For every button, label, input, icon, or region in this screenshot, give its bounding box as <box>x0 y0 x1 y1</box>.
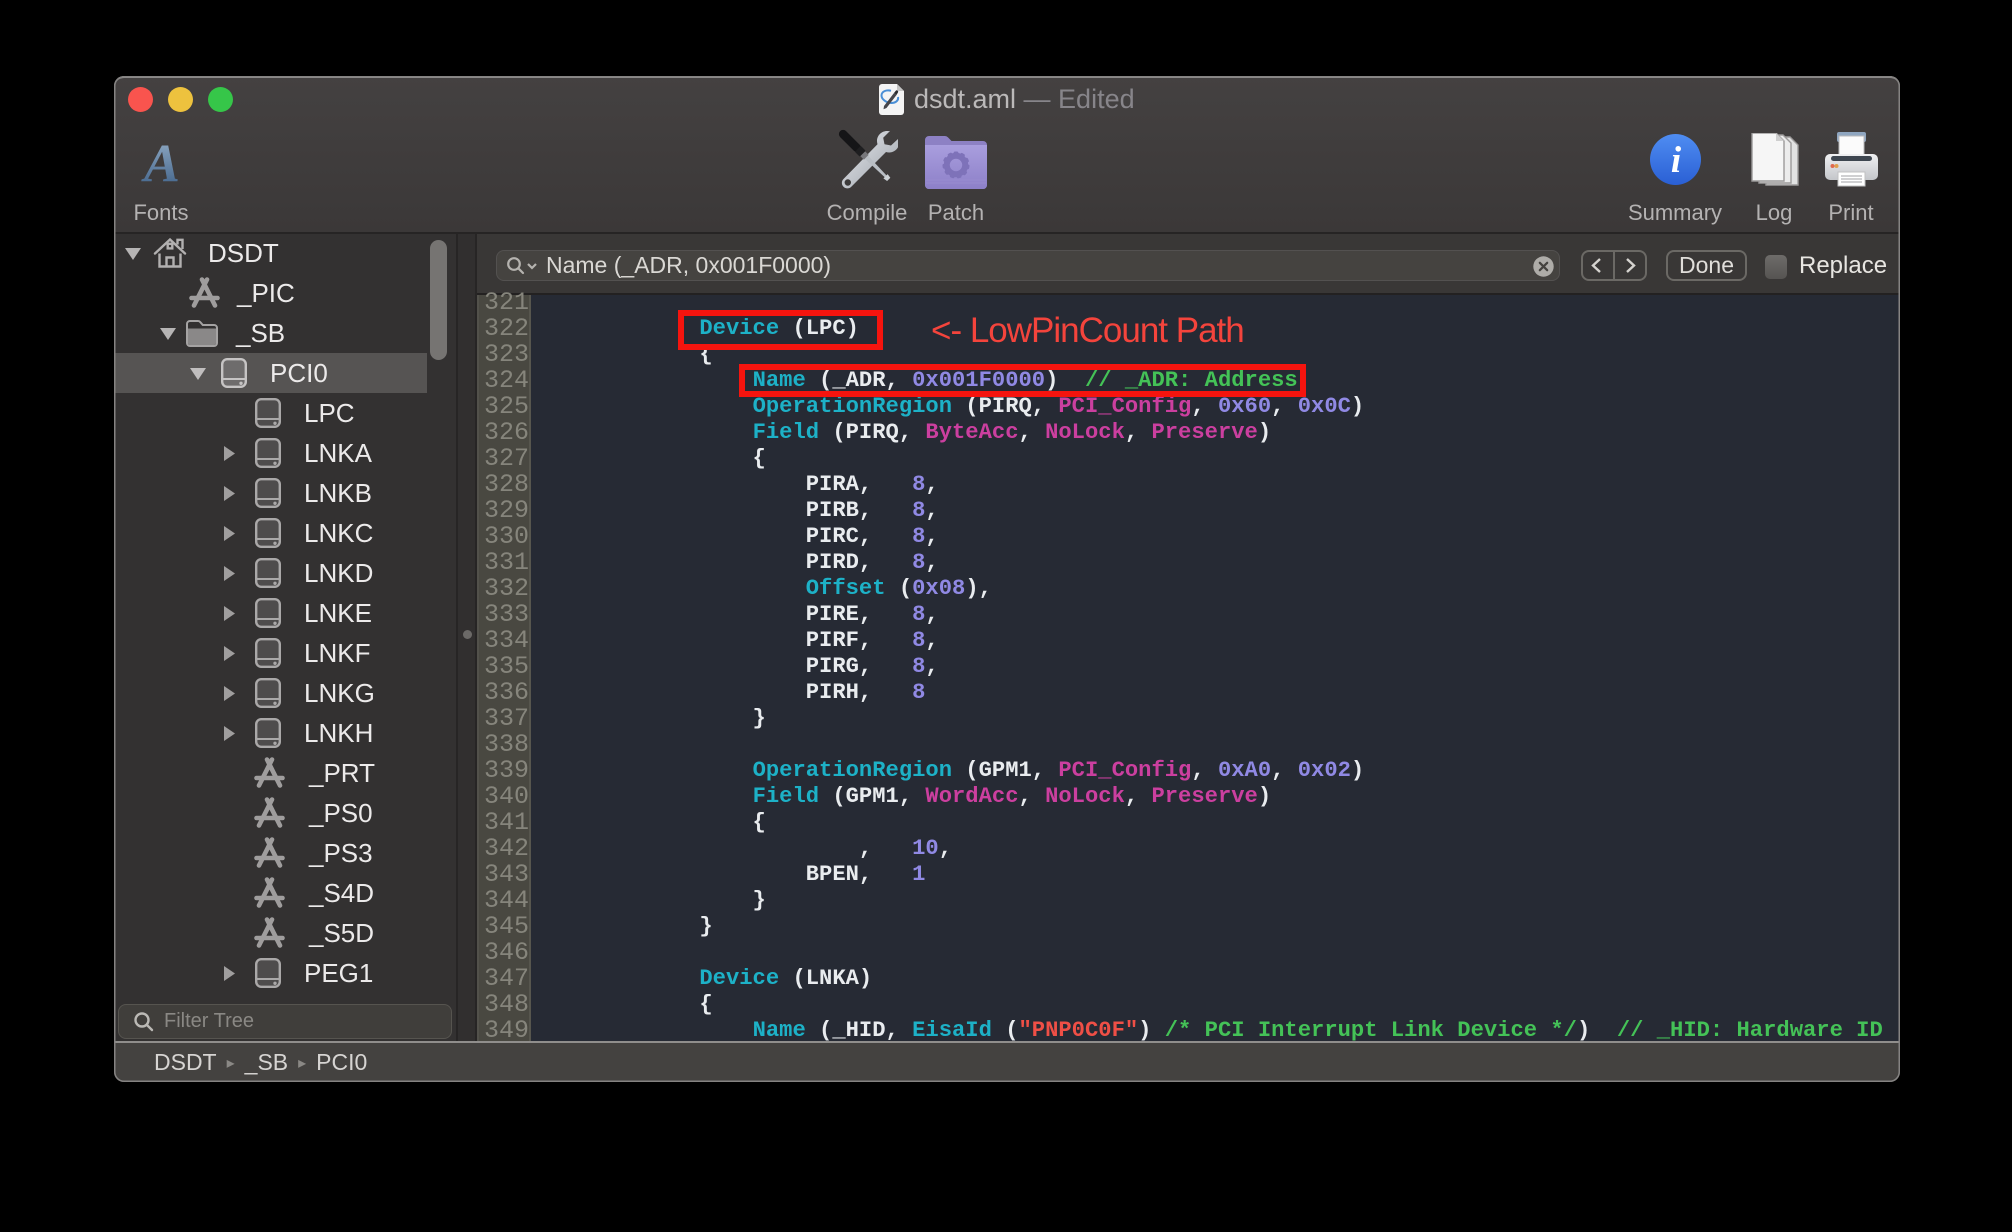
svg-text:i: i <box>1671 140 1682 181</box>
svg-text:A: A <box>141 134 180 189</box>
